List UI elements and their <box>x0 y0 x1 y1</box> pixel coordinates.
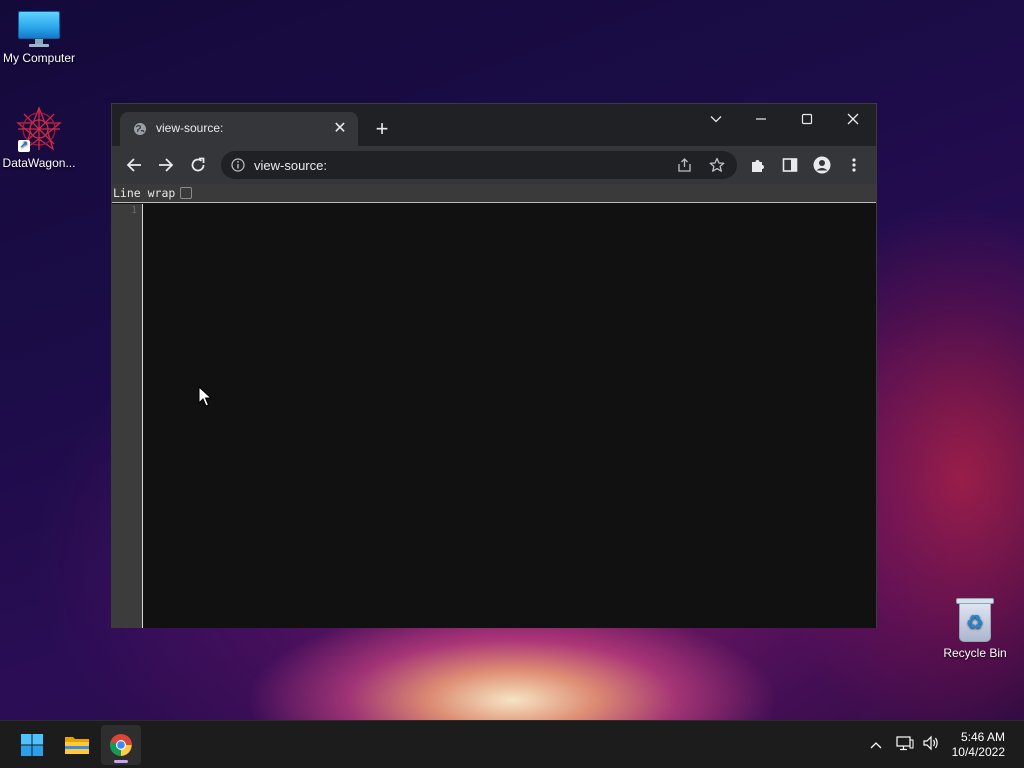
system-tray <box>866 721 944 768</box>
tab-search-button[interactable] <box>696 104 736 134</box>
taskbar-clock[interactable]: 5:46 AM 10/4/2022 <box>952 730 1005 760</box>
maximize-icon <box>801 113 813 125</box>
line-wrap-checkbox[interactable] <box>180 187 192 199</box>
close-window-button[interactable] <box>833 104 873 134</box>
info-icon[interactable] <box>231 158 245 172</box>
maximize-button[interactable] <box>787 104 827 134</box>
globe-icon <box>134 123 146 135</box>
active-app-indicator <box>114 760 128 763</box>
address-bar[interactable]: view-source: <box>221 151 737 179</box>
menu-button[interactable] <box>841 152 867 178</box>
chrome-icon <box>110 734 132 756</box>
tab-close-icon[interactable]: ✕ <box>330 119 350 139</box>
tab-view-source[interactable]: view-source: ✕ <box>120 112 358 146</box>
recycle-bin-icon: ♻ <box>956 598 994 642</box>
taskbar: 5:46 AM 10/4/2022 <box>0 720 1024 768</box>
tab-strip: view-source: ✕ + <box>112 104 876 146</box>
new-tab-button[interactable]: + <box>370 118 394 142</box>
profile-button[interactable] <box>809 152 835 178</box>
network-icon[interactable] <box>892 735 918 756</box>
forward-button[interactable] <box>153 152 179 178</box>
show-hidden-icons-button[interactable] <box>866 736 886 754</box>
desktop-icon-datawagon[interactable]: ↗ DataWagon... <box>0 106 79 170</box>
mouse-cursor-icon <box>198 386 212 407</box>
chrome-taskbar-button[interactable] <box>101 725 141 765</box>
folder-icon <box>65 737 89 754</box>
minimize-icon <box>756 118 766 120</box>
puzzle-icon <box>752 160 764 172</box>
desktop-icon-recycle-bin[interactable]: ♻ Recycle Bin <box>935 598 1015 660</box>
desktop-icon-label: DataWagon... <box>2 156 76 170</box>
file-explorer-button[interactable] <box>57 725 97 765</box>
arrow-right-icon <box>159 158 174 172</box>
profile-icon <box>813 156 831 174</box>
windows-start-icon <box>21 734 43 756</box>
arrow-left-icon <box>126 158 141 172</box>
reload-button[interactable] <box>185 152 211 178</box>
browser-window: view-source: ✕ + view-source: Line wrap … <box>111 103 877 628</box>
clock-date: 10/4/2022 <box>951 745 1005 759</box>
reload-icon <box>191 157 205 172</box>
line-wrap-bar: Line wrap <box>112 184 876 203</box>
monitor-icon <box>18 11 60 47</box>
chevron-down-icon <box>710 116 722 123</box>
line-wrap-label: Line wrap <box>113 186 176 200</box>
chevron-up-icon <box>870 742 882 749</box>
url-text[interactable]: view-source: <box>254 158 327 173</box>
kebab-menu-icon <box>852 158 856 172</box>
side-panel-button[interactable] <box>777 152 803 178</box>
start-button[interactable] <box>12 725 52 765</box>
desktop-icon-my-computer[interactable]: My Computer <box>0 11 79 65</box>
datawagon-icon: ↗ <box>16 106 62 152</box>
desktop-icon-label: My Computer <box>2 51 76 65</box>
tab-title: view-source: <box>156 121 224 135</box>
clock-time: 5:46 AM <box>960 730 1005 744</box>
line-number-gutter: 1 <box>112 204 143 628</box>
star-icon[interactable] <box>709 157 725 173</box>
close-icon <box>847 113 859 125</box>
desktop-icon-label: Recycle Bin <box>943 646 1007 660</box>
extensions-button[interactable] <box>745 152 771 178</box>
page-content[interactable]: Line wrap 1 <box>112 184 876 628</box>
line-number: 1 <box>130 205 137 216</box>
volume-icon[interactable] <box>918 735 944 756</box>
browser-toolbar: view-source: <box>112 146 876 184</box>
back-button[interactable] <box>121 152 147 178</box>
share-icon[interactable] <box>677 157 693 173</box>
shortcut-arrow-icon: ↗ <box>18 140 30 152</box>
minimize-button[interactable] <box>741 104 781 134</box>
side-panel-icon <box>782 158 798 172</box>
